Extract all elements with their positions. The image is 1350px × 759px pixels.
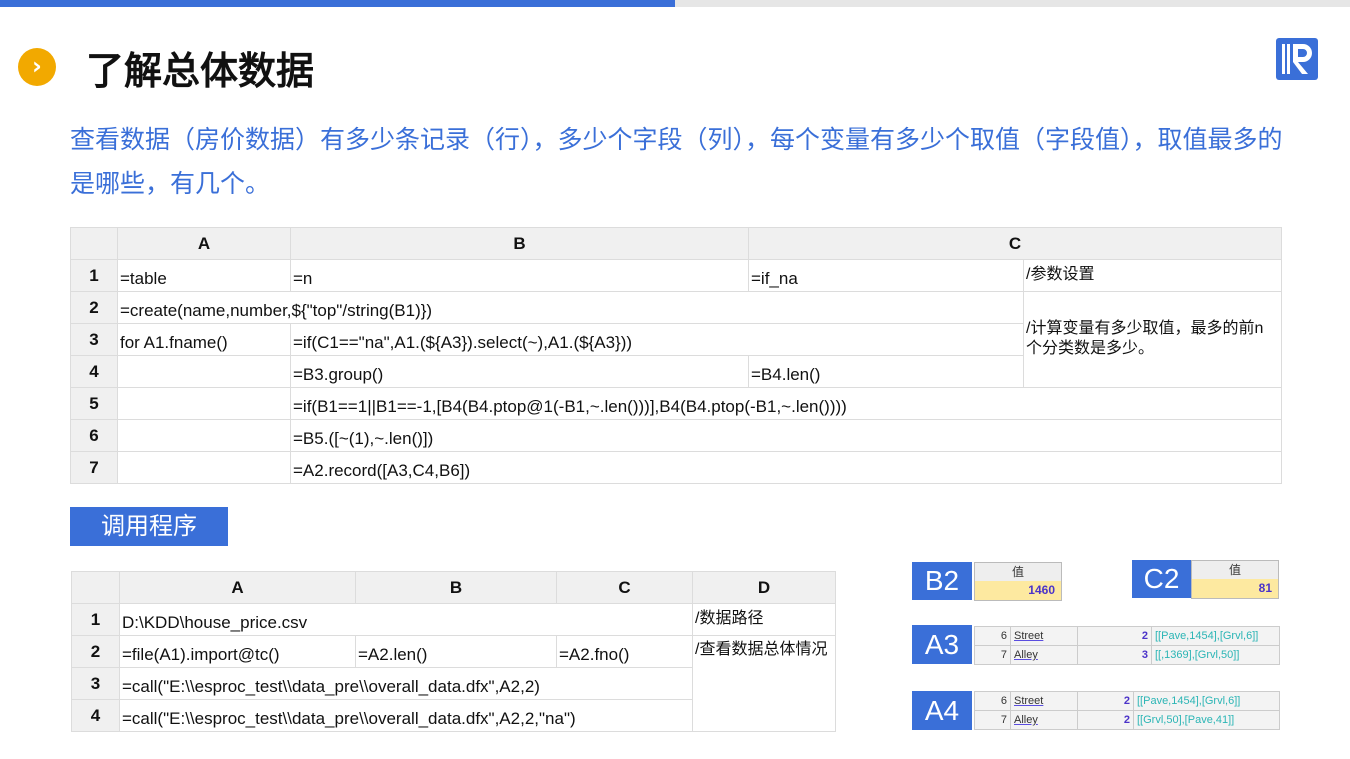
count: 2 [1077,710,1134,730]
cell-a1[interactable]: =table [117,259,291,292]
cell-b4[interactable]: =B3.group() [290,355,749,388]
cell-a3[interactable]: for A1.fname() [117,323,291,356]
table-row[interactable]: 6 Street 2 [[Pave,1454],[Grvl,6]] [974,691,1280,711]
result-label-b2: B2 [912,562,972,600]
r-logo-icon [1276,38,1318,80]
values[interactable]: [[Pave,1454],[Grvl,6]] [1133,691,1280,711]
corner-cell [70,227,118,260]
count: 2 [1077,626,1152,646]
progress-bar-track [675,0,1350,7]
cell-d2[interactable]: /查看数据总体情况 [692,635,836,732]
cell-c1[interactable]: =if_na [748,259,1024,292]
page-title: 了解总体数据 [86,49,315,93]
cell-a2[interactable]: =file(A1).import@tc() [119,635,356,668]
result-panel-b2: 值 1460 [974,562,1062,601]
values[interactable]: [[Grvl,50],[Pave,41]] [1133,710,1280,730]
row-index: 6 [974,626,1011,646]
cell-c4[interactable]: =B4.len() [748,355,1024,388]
table-row[interactable]: 7 Alley 2 [[Grvl,50],[Pave,41]] [974,710,1280,730]
row-header[interactable]: 1 [70,259,118,292]
row-header[interactable]: 2 [71,635,120,668]
count: 3 [1077,645,1152,665]
values[interactable]: [[,1369],[Grvl,50]] [1151,645,1280,665]
cell-a6[interactable] [117,419,291,452]
row-header[interactable]: 1 [71,603,120,636]
result-label-a3: A3 [912,625,972,664]
cell-a5[interactable] [117,387,291,420]
call-program-label: 调用程序 [70,507,228,546]
cell-b3[interactable]: =if(C1=="na",A1.(${A3}).select(~),A1.(${… [290,323,1024,356]
chevron-right-icon: › [18,48,56,86]
cell-a4[interactable]: =call("E:\\esproc_test\\data_pre\\overal… [119,699,693,732]
col-header[interactable]: C [556,571,693,604]
value-cell[interactable]: 81 [1192,579,1278,598]
cell-a2[interactable]: =create(name,number,${"top"/string(B1)}) [117,291,1024,324]
result-label-a4: A4 [912,691,972,730]
field-name[interactable]: Street [1010,626,1078,646]
col-header[interactable]: B [355,571,557,604]
col-header[interactable]: A [117,227,291,260]
table-row[interactable]: 6 Street 2 [[Pave,1454],[Grvl,6]] [974,626,1280,646]
cell-b7[interactable]: =A2.record([A3,C4,B6]) [290,451,1282,484]
result-table-a4: 6 Street 2 [[Pave,1454],[Grvl,6]] 7 Alley 2[[… [974,691,1280,730]
cell-b2[interactable]: =A2.len() [355,635,557,668]
row-header[interactable]: 4 [70,355,118,388]
row-header[interactable]: 7 [70,451,118,484]
values[interactable]: [[Pave,1454],[Grvl,6]] [1151,626,1280,646]
cell-a1[interactable]: D:\KDD\house_price.csv [119,603,693,636]
row-index: 6 [974,691,1011,711]
row-header[interactable]: 3 [71,667,120,700]
cell-a7[interactable] [117,451,291,484]
description: 查看数据（房价数据）有多少条记录（行），多少个字段（列），每个变量有多少个取值（… [70,125,1283,198]
value-header: 值 [975,563,1061,581]
row-header[interactable]: 6 [70,419,118,452]
table-row[interactable]: 7 Alley 3 [[,1369],[Grvl,50]] [974,645,1280,665]
value-cell[interactable]: 1460 [975,581,1061,600]
progress-bar-filled [0,0,675,7]
call-grid: ABCD 1 D:\KDD\house_price.csv/数据路径 2 =file… [71,571,836,732]
cell-d1[interactable]: /参数设置 [1023,259,1282,292]
field-name[interactable]: Alley [1010,710,1078,730]
value-header: 值 [1192,561,1278,579]
row-index: 7 [974,645,1011,665]
result-table-a3: 6 Street 2 [[Pave,1454],[Grvl,6]] 7 Alley 3[[… [974,626,1280,665]
row-header[interactable]: 4 [71,699,120,732]
cell-d2[interactable]: /计算变量有多少取值，最多的前n个分类数是多少。 [1023,291,1282,388]
row-header[interactable]: 5 [70,387,118,420]
col-header[interactable]: A [119,571,356,604]
count: 2 [1077,691,1134,711]
row-header[interactable]: 2 [70,291,118,324]
corner-cell [71,571,120,604]
field-name[interactable]: Alley [1010,645,1078,665]
row-index: 7 [974,710,1011,730]
cell-b1[interactable]: =n [290,259,749,292]
cell-a3[interactable]: =call("E:\\esproc_test\\data_pre\\overal… [119,667,693,700]
cell-b6[interactable]: =B5.([~(1),~.len()]) [290,419,1282,452]
row-header[interactable]: 3 [70,323,118,356]
cell-b5[interactable]: =if(B1==1||B1==-1,[B4(B4.ptop@1(-B1,~.le… [290,387,1282,420]
col-header[interactable]: C [748,227,1282,260]
result-panel-c2: 值 81 [1191,560,1279,599]
cell-a4[interactable] [117,355,291,388]
cell-d1[interactable]: /数据路径 [692,603,836,636]
field-name[interactable]: Street [1010,691,1078,711]
result-label-c2: C2 [1132,560,1191,598]
col-header[interactable]: D [692,571,836,604]
col-header[interactable]: B [290,227,749,260]
cell-c2[interactable]: =A2.fno() [556,635,693,668]
code-grid: ABC 1 =table =n =if_na/参数设置 2 =create(name,n… [70,227,1282,484]
